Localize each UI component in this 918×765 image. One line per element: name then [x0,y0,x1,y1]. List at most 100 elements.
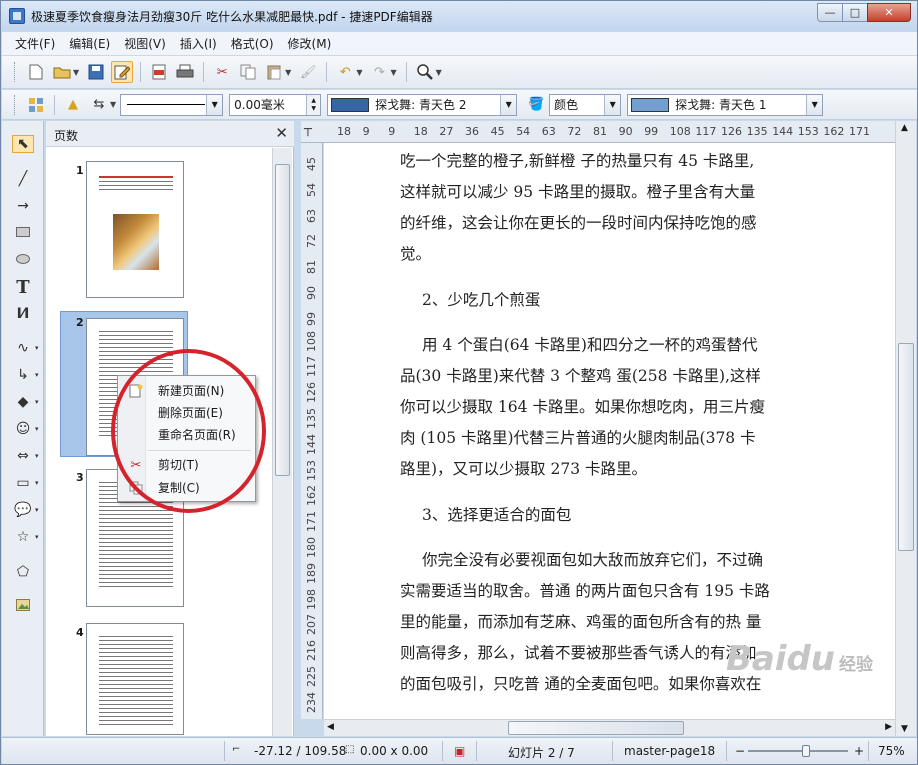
chevron-down-icon[interactable]: ▼ [356,68,362,77]
chevron-down-icon[interactable]: ▼ [73,68,79,77]
tab-stop-icon[interactable]: ┬ [304,122,312,137]
chevron-down-icon[interactable]: ▾ [35,479,39,487]
open-folder-icon[interactable] [51,61,73,83]
horizontal-scrollbar-thumb[interactable] [508,721,684,735]
zoom-level[interactable]: 75% [878,744,905,758]
chevron-down-icon[interactable]: ▼ [390,68,396,77]
chevron-down-icon[interactable]: ▼ [436,68,442,77]
select-tool[interactable]: ⬉ [12,133,42,155]
save-icon[interactable] [85,61,107,83]
chevron-down-icon[interactable]: ▼ [500,94,517,115]
zoom-slider-thumb[interactable] [802,745,810,757]
symbol-shapes-tool[interactable]: ☺ ▾ [12,418,42,440]
paste-icon[interactable] [263,61,285,83]
area-icon[interactable]: 🪣 [525,94,547,116]
ruler-tick-label: 180 [305,537,318,558]
menu-modify[interactable]: 修改(M) [281,35,339,52]
chevron-down-icon[interactable]: ▾ [35,452,39,460]
menu-file[interactable]: 文件(F) [8,35,62,52]
arrow-tool[interactable]: → [12,195,42,217]
chevron-down-icon[interactable]: ▼ [285,68,291,77]
copy-icon[interactable] [237,61,259,83]
document-page[interactable]: 吃一个完整的橙子,新鲜橙 子的热量只有 45 卡路里, 这样就可以减少 95 卡… [324,143,895,719]
maximize-button[interactable]: □ [842,3,868,22]
app-icon [9,8,25,24]
ruler-tick-label: 9 [388,125,396,138]
ruler-tick-label: 54 [305,182,318,197]
document-scrollbar[interactable]: ▲ ▼ [895,121,916,736]
zoom-icon[interactable] [414,61,436,83]
chevron-down-icon[interactable]: ▾ [35,371,39,379]
page-number: 1 [76,164,84,177]
export-pdf-icon[interactable] [148,61,170,83]
curve-icon: ∿ [17,340,29,356]
points-tool[interactable]: ⬠ [12,561,42,583]
pages-scrollbar-thumb[interactable] [275,164,290,476]
block-arrows-tool[interactable]: ⇔ ▾ [12,445,42,467]
chevron-down-icon[interactable]: ▼ [604,94,621,115]
rectangle-tool[interactable] [12,222,42,244]
horizontal-scrollbar[interactable]: ◀ ▶ [324,719,895,736]
chevron-down-icon[interactable]: ▼ [206,94,223,115]
ellipse-tool[interactable] [12,249,42,271]
line-tool[interactable]: ╱ [12,168,42,190]
pages-panel-header: 页数 ✕ [46,121,294,147]
menu-insert[interactable]: 插入(I) [173,35,224,52]
vertical-text-icon: I⁄I [16,306,30,322]
menu-edit[interactable]: 编辑(E) [62,35,117,52]
image-tool[interactable] [12,596,42,618]
position-size-icon[interactable] [25,94,47,116]
close-button[interactable]: ✕ [867,3,911,22]
connector-tool[interactable]: ↳ ▾ [12,364,42,386]
close-icon[interactable]: ✕ [275,124,288,142]
menu-format[interactable]: 格式(O) [224,35,281,52]
zoom-out-button[interactable]: − [735,744,745,758]
undo-icon[interactable]: ↶ [334,61,356,83]
new-document-icon[interactable] [25,61,47,83]
document-scrollbar-thumb[interactable] [898,343,914,551]
scroll-up-icon[interactable]: ▲ [901,123,908,133]
line-style-select[interactable]: ▼ [120,93,224,116]
line-width-input[interactable]: 0.00毫米 ▲ ▼ [229,93,322,116]
scroll-left-icon[interactable]: ◀ [327,722,334,732]
toolbar-grip[interactable] [14,94,17,115]
print-icon[interactable] [174,61,196,83]
toolbar-grip[interactable] [14,62,17,82]
cut-icon[interactable]: ✂ [211,61,233,83]
clone-format-icon[interactable]: 🖌 [297,61,319,83]
chevron-down-icon[interactable]: ▾ [35,533,39,541]
page-thumbnail-1[interactable] [86,161,184,298]
flowchart-tool[interactable]: ▭ ▾ [12,472,42,494]
redo-icon[interactable]: ↷ [368,61,390,83]
chevron-down-icon[interactable]: ▼ [110,100,116,109]
minimize-button[interactable]: — [817,3,843,22]
chevron-down-icon[interactable]: ▾ [35,506,39,514]
horizontal-ruler: ┬ 18 9 9 18 27 36 45 54 63 72 81 90 99 108 117 126 135 14… [301,121,901,143]
chevron-down-icon[interactable]: ▾ [35,398,39,406]
line-style-icon[interactable]: ▲ [62,94,84,116]
vertical-text-tool[interactable]: I⁄I [12,303,42,325]
basic-shapes-tool[interactable]: ◆ ▾ [12,391,42,413]
scroll-right-icon[interactable]: ▶ [885,722,892,732]
callout-tool[interactable]: 💬 ▾ [12,499,42,521]
spin-buttons[interactable]: ▲ ▼ [306,94,321,115]
area-style-select[interactable]: 颜色 ▼ [549,93,622,116]
menu-view[interactable]: 视图(V) [117,35,173,52]
pages-scrollbar[interactable] [272,148,292,736]
arrow-style-icon[interactable]: ⇆ [88,94,110,116]
scroll-down-icon[interactable]: ▼ [901,724,908,734]
edit-file-icon[interactable] [111,61,134,83]
chevron-down-icon[interactable]: ▾ [35,344,39,352]
curve-tool[interactable]: ∿ ▾ [12,337,42,359]
stars-tool[interactable]: ☆ ▾ [12,526,42,548]
fill-color-select[interactable]: 探戈舞: 青天色 1 ▼ [627,93,824,116]
chevron-down-icon[interactable]: ▾ [35,425,39,433]
doc-line: 这样就可以减少 95 卡路里的摄取。橙子里含有大量 [400,183,756,201]
text-tool[interactable]: T [12,276,42,298]
highlight-circle [111,349,266,513]
chevron-down-icon[interactable]: ▼ [806,94,823,115]
line-color-select[interactable]: 探戈舞: 青天色 2 ▼ [327,93,518,116]
zoom-slider[interactable] [748,745,848,757]
page-thumbnail-4[interactable] [86,623,184,735]
zoom-in-button[interactable]: + [854,744,864,758]
